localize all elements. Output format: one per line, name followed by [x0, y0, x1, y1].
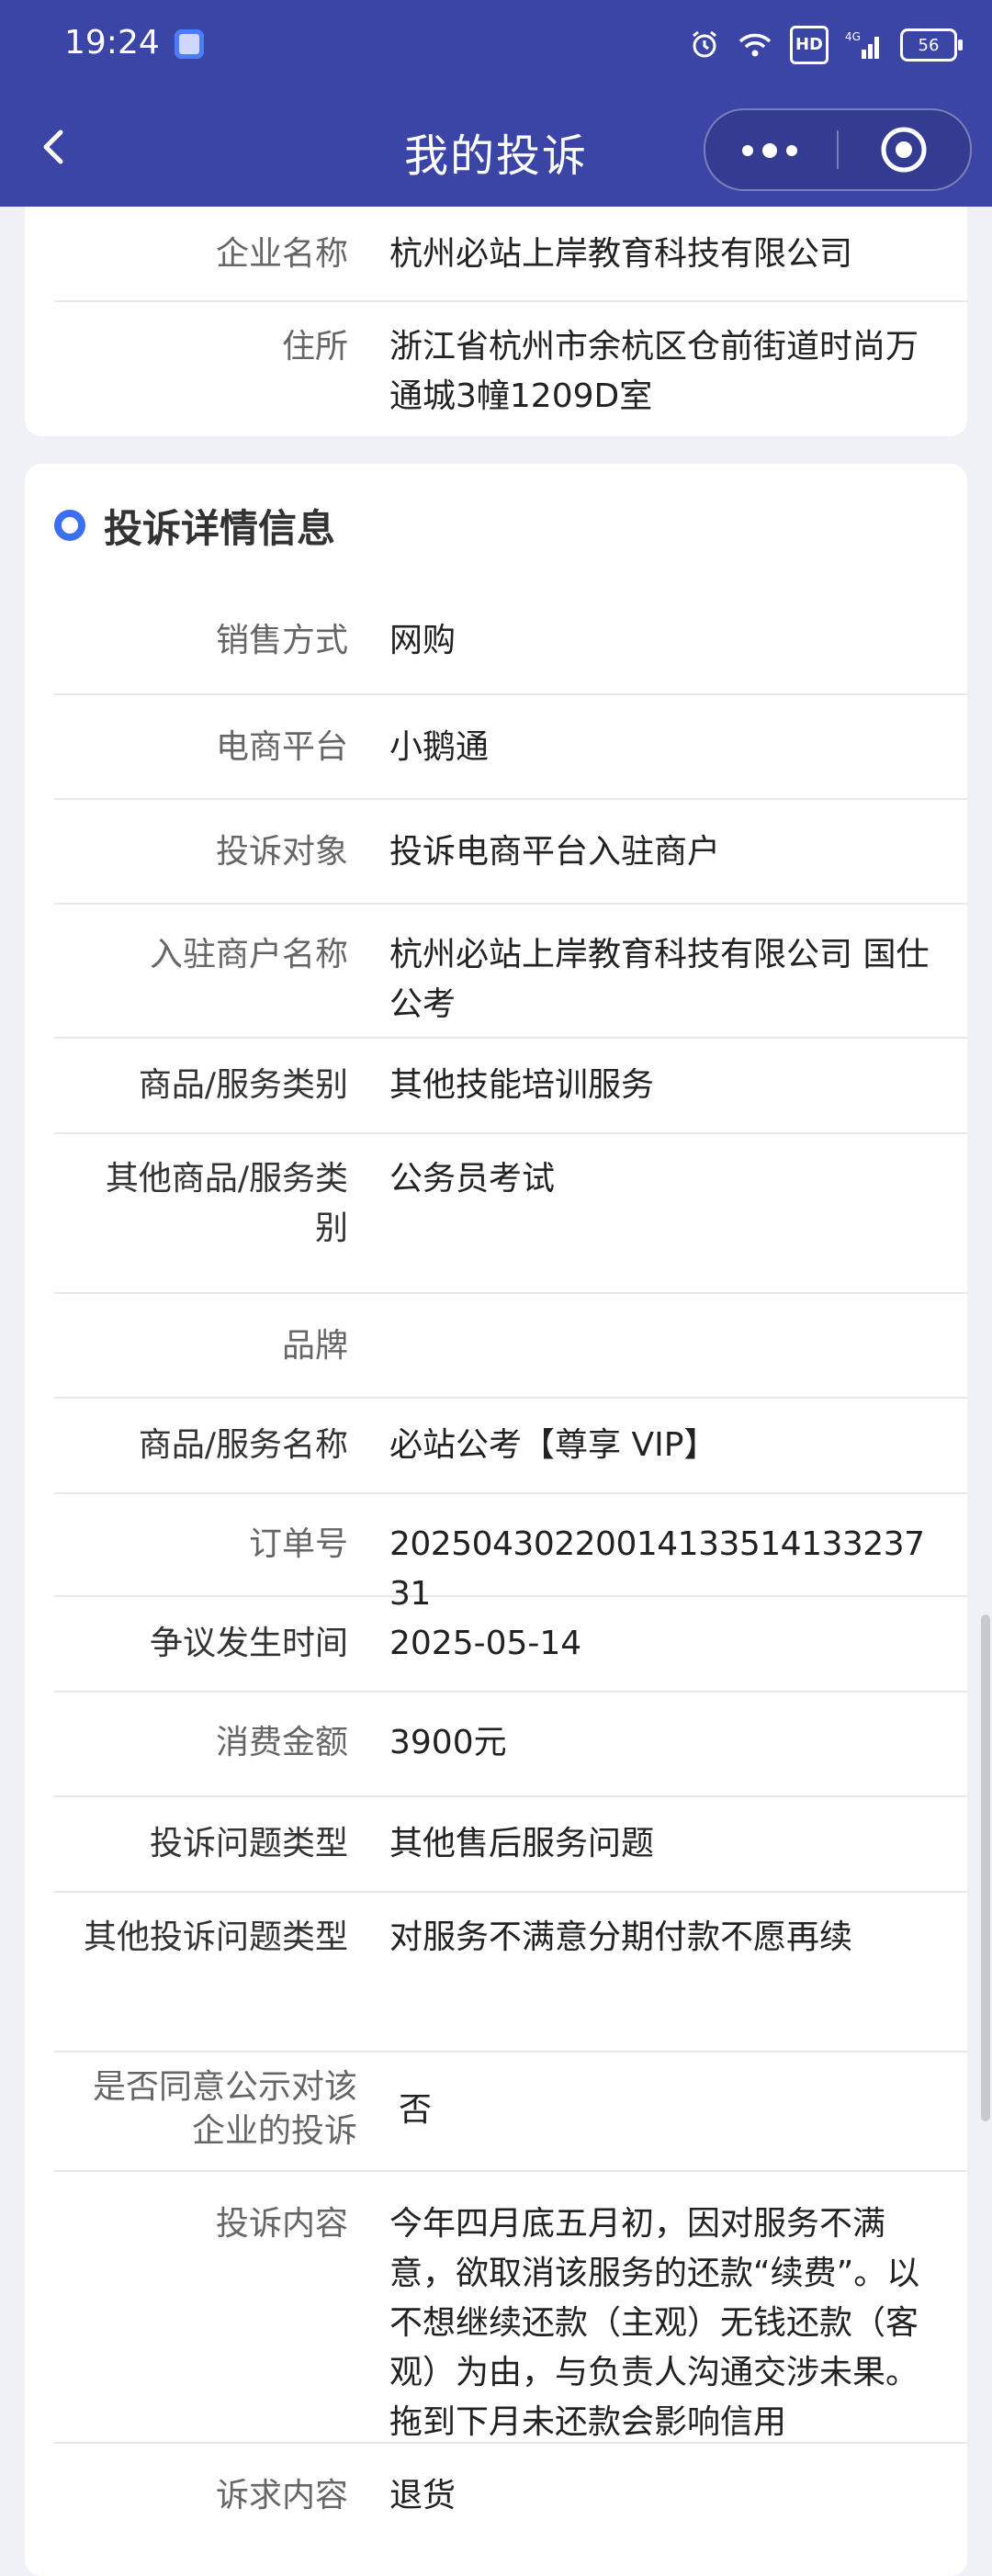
- app-header: 19:24 HD 4G 56 我的投诉: [0, 0, 992, 207]
- info-row: 争议发生时间 2025-05-14: [54, 1597, 967, 1693]
- info-row: 其他商品/服务类别 公务员考试: [54, 1134, 967, 1294]
- row-value: 杭州必站上岸教育科技有限公司: [389, 235, 853, 273]
- info-row-company-name: 企业名称 杭州必站上岸教育科技有限公司: [54, 207, 967, 302]
- row-value: 今年四月底五月初，因对服务不满意，欲取消该服务的还款“续费”。以不想继续还款（主…: [389, 2205, 920, 2441]
- row-value: 必站公考【尊享 VIP】: [389, 1426, 717, 1464]
- row-label: 争议发生时间: [149, 1625, 348, 1662]
- row-value: 其他售后服务问题: [389, 1825, 655, 1862]
- row-label: 投诉对象: [215, 833, 348, 871]
- row-value: 浙江省杭州市余杭区仓前街道时尚万通城3幢1209D室: [389, 328, 919, 415]
- alarm-icon: [689, 28, 720, 62]
- row-label: 住所: [281, 328, 348, 366]
- row-value: 2025-05-14: [389, 1625, 582, 1662]
- battery-icon: 56: [900, 28, 963, 62]
- app-notification-icon: [175, 29, 204, 59]
- info-row: 商品/服务名称 必站公考【尊享 VIP】: [54, 1399, 967, 1494]
- miniapp-capsule: [704, 108, 972, 191]
- row-label: 电商平台: [215, 728, 348, 766]
- row-label: 订单号: [248, 1525, 348, 1563]
- row-value: 否: [399, 2091, 433, 2129]
- complaint-detail-card: 投诉详情信息 销售方式 网购 电商平台 小鹅通 投诉对象 投诉电商平台入驻商户 …: [25, 464, 967, 2576]
- row-value: 退货: [389, 2477, 457, 2514]
- row-label: 投诉问题类型: [149, 1825, 348, 1862]
- row-label: 商品/服务类别: [138, 1066, 348, 1104]
- section-title: 投诉详情信息: [104, 505, 336, 551]
- row-label: 是否同意公示对该企业的投诉: [92, 2068, 357, 2150]
- info-row: 订单号 20250430220014133514133237 31: [54, 1494, 967, 1613]
- info-row: 诉求内容 退货: [54, 2444, 967, 2547]
- info-row: 商品/服务类别 其他技能培训服务: [54, 1039, 967, 1134]
- company-info-card: 企业名称 杭州必站上岸教育科技有限公司 住所 浙江省杭州市余杭区仓前街道时尚万通…: [25, 207, 967, 436]
- status-bar: 19:24 HD 4G 56: [0, 0, 992, 88]
- row-value: 投诉电商平台入驻商户: [389, 833, 721, 871]
- row-label: 商品/服务名称: [138, 1426, 348, 1464]
- info-row: 其他投诉问题类型 对服务不满意分期付款不愿再续: [54, 1893, 967, 2053]
- svg-text:4G: 4G: [845, 30, 861, 43]
- status-icons: HD 4G 56: [689, 26, 963, 64]
- row-value: 公务员考试: [389, 1160, 556, 1198]
- row-label: 消费金额: [215, 1724, 348, 1761]
- info-row: 是否同意公示对该企业的投诉 否: [54, 2053, 967, 2172]
- row-label: 诉求内容: [215, 2477, 348, 2514]
- info-row: 电商平台 小鹅通: [54, 695, 967, 800]
- hd-icon: HD: [789, 26, 829, 64]
- wifi-icon: [737, 28, 773, 62]
- row-label: 其他商品/服务类别: [105, 1160, 348, 1247]
- info-row: 投诉问题类型 其他售后服务问题: [54, 1797, 967, 1893]
- info-row: 销售方式 网购: [54, 591, 967, 695]
- scrollbar[interactable]: [981, 1614, 990, 2121]
- capsule-divider: [837, 130, 839, 169]
- row-label: 品牌: [281, 1327, 348, 1365]
- section-dot-icon: [54, 510, 85, 541]
- info-row: 投诉对象 投诉电商平台入驻商户: [54, 800, 967, 905]
- more-icon[interactable]: [742, 141, 797, 160]
- row-value: 网购: [389, 622, 457, 659]
- info-row: 入驻商户名称 杭州必站上岸教育科技有限公司 国仕公考: [54, 905, 967, 1039]
- row-value: 3900元: [389, 1724, 507, 1761]
- target-icon[interactable]: [880, 126, 928, 174]
- row-label: 投诉内容: [215, 2205, 348, 2243]
- row-label: 企业名称: [215, 235, 348, 273]
- row-label: 销售方式: [215, 622, 348, 659]
- row-value: 对服务不满意分期付款不愿再续: [389, 1918, 853, 1956]
- nav-bar: 我的投诉: [0, 92, 992, 207]
- info-row: 品牌: [54, 1294, 967, 1399]
- row-label: 入驻商户名称: [149, 936, 348, 973]
- row-value: 杭州必站上岸教育科技有限公司 国仕公考: [389, 936, 930, 1023]
- row-label: 其他投诉问题类型: [83, 1918, 348, 1956]
- row-value: 小鹅通: [389, 728, 490, 766]
- info-row: 消费金额 3900元: [54, 1693, 967, 1797]
- section-header: 投诉详情信息: [54, 493, 335, 557]
- signal-icon: 4G: [845, 28, 884, 62]
- row-value: 其他技能培训服务: [389, 1066, 655, 1104]
- info-row: 投诉内容 今年四月底五月初，因对服务不满意，欲取消该服务的还款“续费”。以不想继…: [54, 2172, 967, 2444]
- info-row-address: 住所 浙江省杭州市余杭区仓前街道时尚万通城3幢1209D室: [54, 302, 967, 431]
- status-time: 19:24: [64, 24, 160, 62]
